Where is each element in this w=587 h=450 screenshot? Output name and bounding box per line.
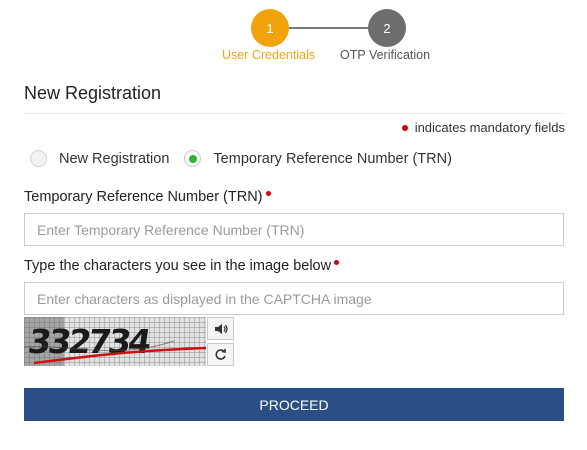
refresh-icon <box>215 349 226 360</box>
captcha-audio-button[interactable] <box>207 317 234 340</box>
captcha-image: 332734 <box>24 317 206 366</box>
trn-field-label: Temporary Reference Number (TRN) <box>24 189 271 205</box>
registration-type-radio-group: New Registration Temporary Reference Num… <box>30 150 452 167</box>
required-dot-icon <box>265 191 271 196</box>
trn-label-text: Temporary Reference Number (TRN) <box>24 189 263 205</box>
radio-label-trn: Temporary Reference Number (TRN) <box>213 150 452 167</box>
step-2-label: OTP Verification <box>340 48 431 62</box>
captcha-refresh-button[interactable] <box>207 343 234 366</box>
radio-new-registration[interactable]: New Registration <box>30 150 169 167</box>
mandatory-note: indicates mandatory fields <box>401 120 565 135</box>
trn-input[interactable] <box>24 213 564 246</box>
step-1-label: User Credentials <box>222 48 316 62</box>
proceed-button[interactable]: PROCEED <box>24 388 564 421</box>
page-title: New Registration <box>24 83 162 103</box>
required-dot-icon <box>401 124 408 131</box>
captcha-label-text: Type the characters you see in the image… <box>24 258 332 274</box>
captcha-input[interactable] <box>24 282 564 315</box>
radio-trn[interactable]: Temporary Reference Number (TRN) <box>184 150 452 167</box>
radio-label-new-registration: New Registration <box>59 150 170 167</box>
step-2-circle: 2 <box>368 9 406 47</box>
radio-button-checked[interactable] <box>184 150 202 167</box>
mandatory-note-text: indicates mandatory fields <box>414 120 565 135</box>
stepper-connector <box>289 27 370 29</box>
title-divider <box>24 113 564 114</box>
step-1-circle: 1 <box>251 9 289 47</box>
required-dot-icon <box>334 260 340 265</box>
radio-button-unchecked[interactable] <box>30 150 47 167</box>
captcha-field-label: Type the characters you see in the image… <box>24 258 340 274</box>
speaker-icon <box>214 323 228 334</box>
